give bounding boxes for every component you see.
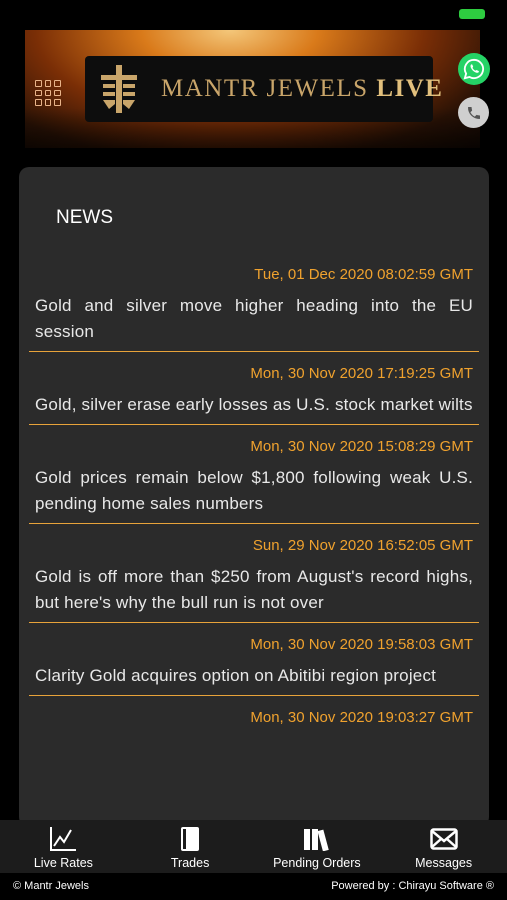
bottom-tab-bar: Live Rates Trades Pending Orders Message… — [0, 820, 507, 873]
news-title: NEWS — [56, 207, 113, 228]
tab-live-rates[interactable]: Live Rates — [0, 820, 127, 873]
brand-mark-icon — [99, 65, 139, 113]
brand-name: MANTR JEWELS LIVE — [161, 75, 444, 102]
grid-menu-icon[interactable] — [35, 80, 61, 106]
news-headline: Gold prices remain below $1,800 followin… — [35, 468, 473, 513]
news-headline: Gold is off more than $250 from August's… — [35, 567, 473, 612]
news-item[interactable]: Sun, 29 Nov 2020 16:52:05 GMT Gold is of… — [29, 536, 479, 623]
news-item[interactable]: Mon, 30 Nov 2020 19:58:03 GMT Clarity Go… — [29, 635, 479, 696]
mail-icon — [429, 825, 458, 853]
copyright-text: © Mantr Jewels — [13, 880, 89, 892]
news-item[interactable]: Tue, 01 Dec 2020 08:02:59 GMT Gold and s… — [29, 265, 479, 352]
tab-label: Messages — [415, 856, 473, 870]
news-item[interactable]: Mon, 30 Nov 2020 15:08:29 GMT Gold price… — [29, 437, 479, 524]
news-headline: Gold and silver move higher heading into… — [35, 296, 473, 341]
book-icon — [179, 825, 201, 853]
news-date: Mon, 30 Nov 2020 19:03:27 GMT — [250, 709, 473, 726]
powered-by-text: Powered by : Chirayu Software ® — [331, 880, 494, 892]
whatsapp-icon[interactable] — [458, 53, 490, 85]
news-panel: NEWS Tue, 01 Dec 2020 08:02:59 GMT Gold … — [19, 167, 489, 827]
tab-pending-orders[interactable]: Pending Orders — [254, 820, 381, 873]
news-list: Tue, 01 Dec 2020 08:02:59 GMT Gold and s… — [29, 265, 479, 754]
tab-messages[interactable]: Messages — [380, 820, 507, 873]
news-headline: Gold, silver erase early losses as U.S. … — [35, 395, 473, 414]
news-headline: Clarity Gold acquires option on Abitibi … — [35, 666, 437, 685]
tab-label: Pending Orders — [273, 856, 361, 870]
news-item[interactable]: Mon, 30 Nov 2020 17:19:25 GMT Gold, silv… — [29, 364, 479, 425]
news-date: Mon, 30 Nov 2020 17:19:25 GMT — [250, 365, 473, 382]
news-date: Sun, 29 Nov 2020 16:52:05 GMT — [252, 537, 473, 554]
phone-icon[interactable] — [458, 97, 489, 128]
tab-label: Live Rates — [33, 856, 93, 870]
footer: © Mantr Jewels Powered by : Chirayu Soft… — [0, 873, 507, 900]
books-icon — [303, 825, 331, 853]
news-date: Mon, 30 Nov 2020 15:08:29 GMT — [250, 438, 473, 455]
news-item[interactable]: Mon, 30 Nov 2020 19:03:27 GMT — [29, 708, 479, 742]
chart-icon — [49, 825, 77, 853]
news-date: Tue, 01 Dec 2020 08:02:59 GMT — [254, 266, 473, 283]
tab-label: Trades — [170, 856, 210, 870]
brand-logo: MANTR JEWELS LIVE — [85, 56, 442, 122]
tab-trades[interactable]: Trades — [127, 820, 254, 873]
battery-indicator — [459, 9, 485, 19]
news-date: Mon, 30 Nov 2020 19:58:03 GMT — [250, 636, 473, 653]
